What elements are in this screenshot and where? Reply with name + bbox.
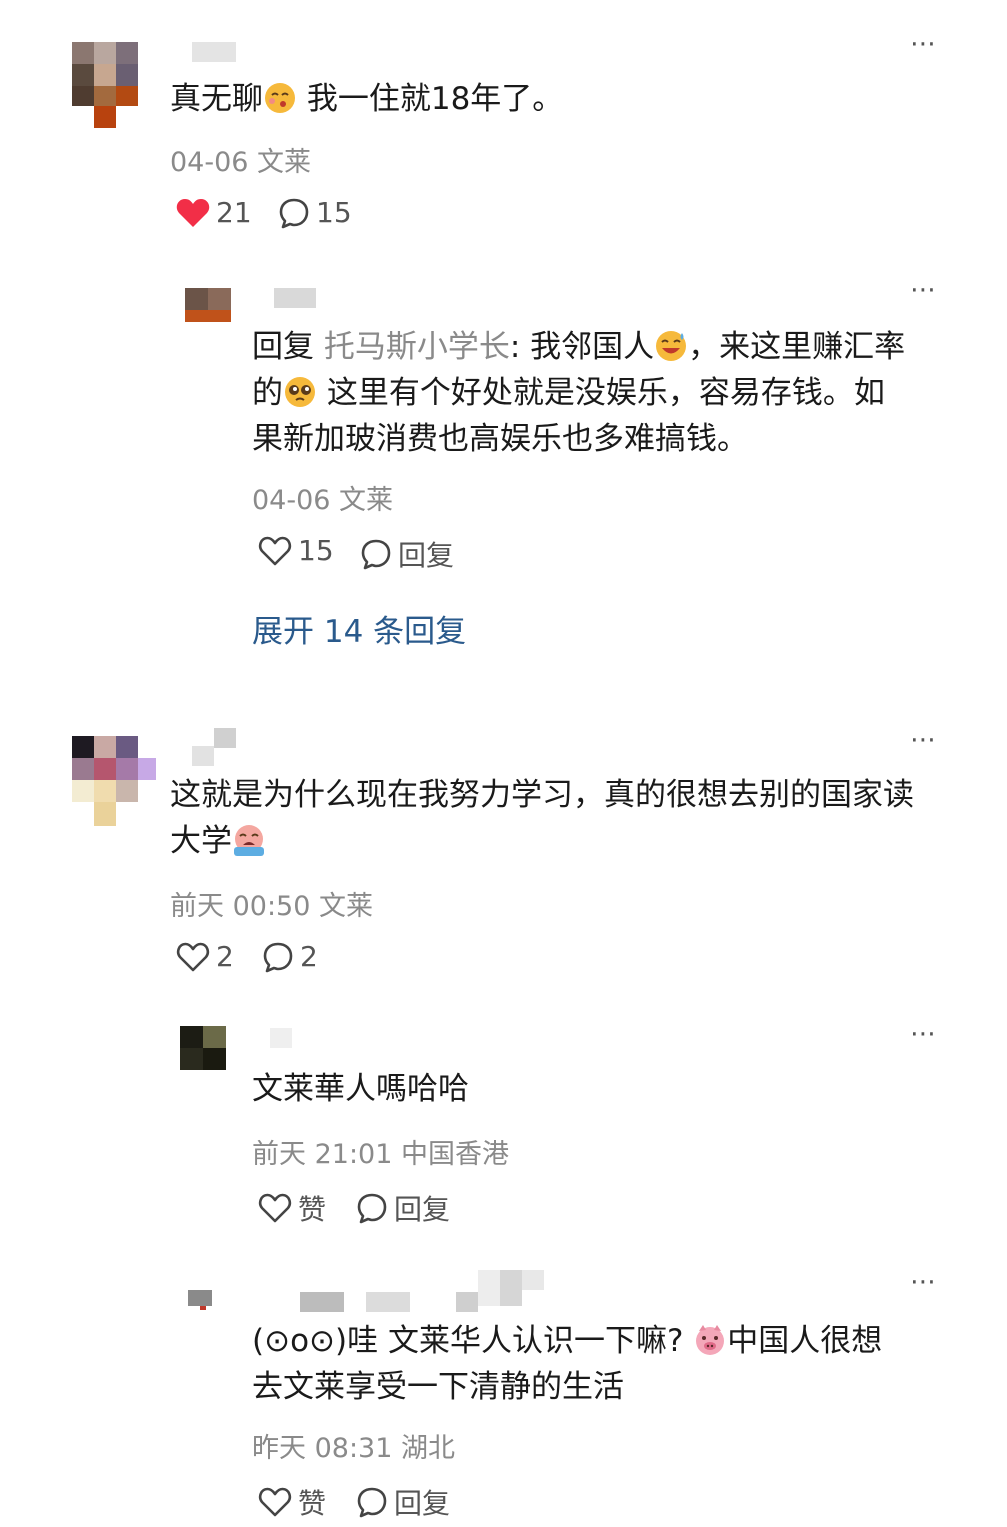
username-redacted[interactable] [192, 42, 236, 62]
avatar[interactable] [72, 736, 156, 826]
speech-bubble-icon [263, 942, 293, 972]
comment-button[interactable]: 15 [278, 196, 352, 229]
more-options-icon[interactable]: ⋯ [910, 1269, 937, 1295]
username-redacted[interactable] [478, 1270, 500, 1306]
reply-text: (⊙o⊙)哇 文莱华人认识一下嘛? 中国人很想 去文莱享受一下清静的生活 [252, 1318, 972, 1410]
grinning-sweat-emoji-icon [654, 329, 688, 363]
reply-button[interactable]: 回复 [356, 1188, 450, 1228]
reply-label: 回复 [394, 1487, 451, 1520]
heart-outline-icon [258, 1487, 292, 1517]
reply-text-part: ，来这里赚汇率 [688, 329, 906, 365]
reply-line: (⊙o⊙)哇 文莱华人认识一下嘛? 中国人很想 [252, 1318, 972, 1364]
reply-text-part: (⊙o⊙)哇 文莱华人认识一下嘛? [252, 1323, 684, 1359]
reply-line: 的 这里有个好处就是没娱乐，容易存钱。如 [252, 370, 952, 416]
heart-outline-icon [258, 536, 292, 565]
username-redacted[interactable] [274, 288, 316, 308]
like-label: 赞 [298, 1487, 327, 1520]
reply-label: 回复 [394, 1193, 451, 1226]
username-redacted[interactable] [270, 1028, 292, 1048]
more-options-icon[interactable]: ⋯ [910, 31, 937, 57]
username-redacted[interactable] [500, 1270, 522, 1306]
avatar[interactable] [72, 42, 148, 128]
avatar[interactable] [188, 1290, 212, 1310]
timestamp-location: 前天 21:01 中国香港 [252, 1139, 509, 1170]
like-count: 2 [216, 940, 234, 973]
like-count: 15 [298, 534, 334, 567]
username-redacted[interactable] [366, 1292, 410, 1312]
like-button[interactable]: 赞 [258, 1482, 326, 1522]
reply-count: 15 [316, 196, 352, 229]
avatar[interactable] [180, 1026, 226, 1070]
reply-text: 文莱華人嗎哈哈 [252, 1071, 469, 1107]
crying-face-emoji-icon [232, 823, 266, 857]
comment-text: 真无聊 我一住就18年了。 [170, 76, 563, 122]
speech-bubble-icon [357, 1193, 387, 1224]
reply-label: 回复 [398, 539, 455, 572]
heart-outline-icon [176, 942, 210, 971]
timestamp-location: 04-06 文莱 [252, 485, 394, 516]
reply-button[interactable]: 回复 [360, 534, 454, 574]
kissing-face-emoji-icon [263, 81, 297, 115]
username-redacted[interactable] [300, 1292, 344, 1312]
reply-text: 回复 托马斯小学长: 我邻国人 ，来这里赚汇率 的 这里有个好处就是没娱乐，容易存… [252, 324, 952, 462]
more-options-icon[interactable]: ⋯ [910, 277, 937, 303]
speech-bubble-icon [361, 539, 391, 570]
heart-outline-icon [258, 1193, 292, 1223]
comment-button[interactable]: 2 [262, 940, 318, 973]
comment-text-part: 我一住就18年了。 [297, 81, 564, 117]
speech-bubble-icon [357, 1487, 387, 1518]
reply-text-part: 这里有个好处就是没娱乐，容易存钱。如 [317, 375, 885, 411]
more-options-icon[interactable]: ⋯ [910, 727, 937, 753]
timestamp-location: 04-06 文莱 [170, 147, 312, 178]
reply-text-part: : 我邻国人 [509, 329, 655, 365]
avatar[interactable] [185, 288, 231, 322]
like-button[interactable]: 21 [176, 196, 252, 229]
reply-line: 果新加玻消费也高娱乐也多难搞钱。 [252, 421, 748, 457]
comment-line: 大学 [170, 818, 970, 864]
comment-line: 这就是为什么现在我努力学习，真的很想去别的国家读 [170, 777, 914, 813]
comment-text-part: 真无聊 [170, 81, 263, 117]
pig-face-emoji-icon [693, 1323, 727, 1357]
speech-bubble-icon [279, 198, 309, 228]
like-button[interactable]: 15 [258, 534, 334, 567]
username-redacted[interactable] [214, 728, 236, 748]
reply-to-username[interactable]: 托马斯小学长 [324, 329, 510, 365]
username-redacted[interactable] [192, 746, 214, 766]
expand-replies-link[interactable]: 展开 14 条回复 [252, 606, 466, 651]
reply-line: 去文莱享受一下清静的生活 [252, 1369, 624, 1405]
comment-text-part: 大学 [170, 823, 232, 859]
reply-text-part: 中国人很想 [727, 1323, 883, 1359]
like-count: 21 [216, 196, 252, 229]
reply-button[interactable]: 回复 [356, 1482, 450, 1522]
username-redacted[interactable] [456, 1292, 478, 1312]
reply-count: 2 [300, 940, 318, 973]
heart-filled-icon [176, 198, 210, 227]
timestamp-location: 昨天 08:31 湖北 [252, 1433, 455, 1464]
username-redacted[interactable] [522, 1270, 544, 1290]
reply-line: 回复 托马斯小学长: 我邻国人 ，来这里赚汇率 [252, 324, 952, 370]
more-options-icon[interactable]: ⋯ [910, 1021, 937, 1047]
pleading-face-emoji-icon [283, 375, 317, 409]
like-button[interactable]: 2 [176, 940, 234, 973]
like-button[interactable]: 赞 [258, 1188, 326, 1228]
comment-text: 这就是为什么现在我努力学习，真的很想去别的国家读 大学 [170, 772, 970, 864]
reply-text-part: 的 [252, 375, 283, 411]
like-label: 赞 [298, 1193, 327, 1226]
timestamp-location: 前天 00:50 文莱 [170, 891, 373, 922]
reply-prefix: 回复 [252, 329, 324, 365]
